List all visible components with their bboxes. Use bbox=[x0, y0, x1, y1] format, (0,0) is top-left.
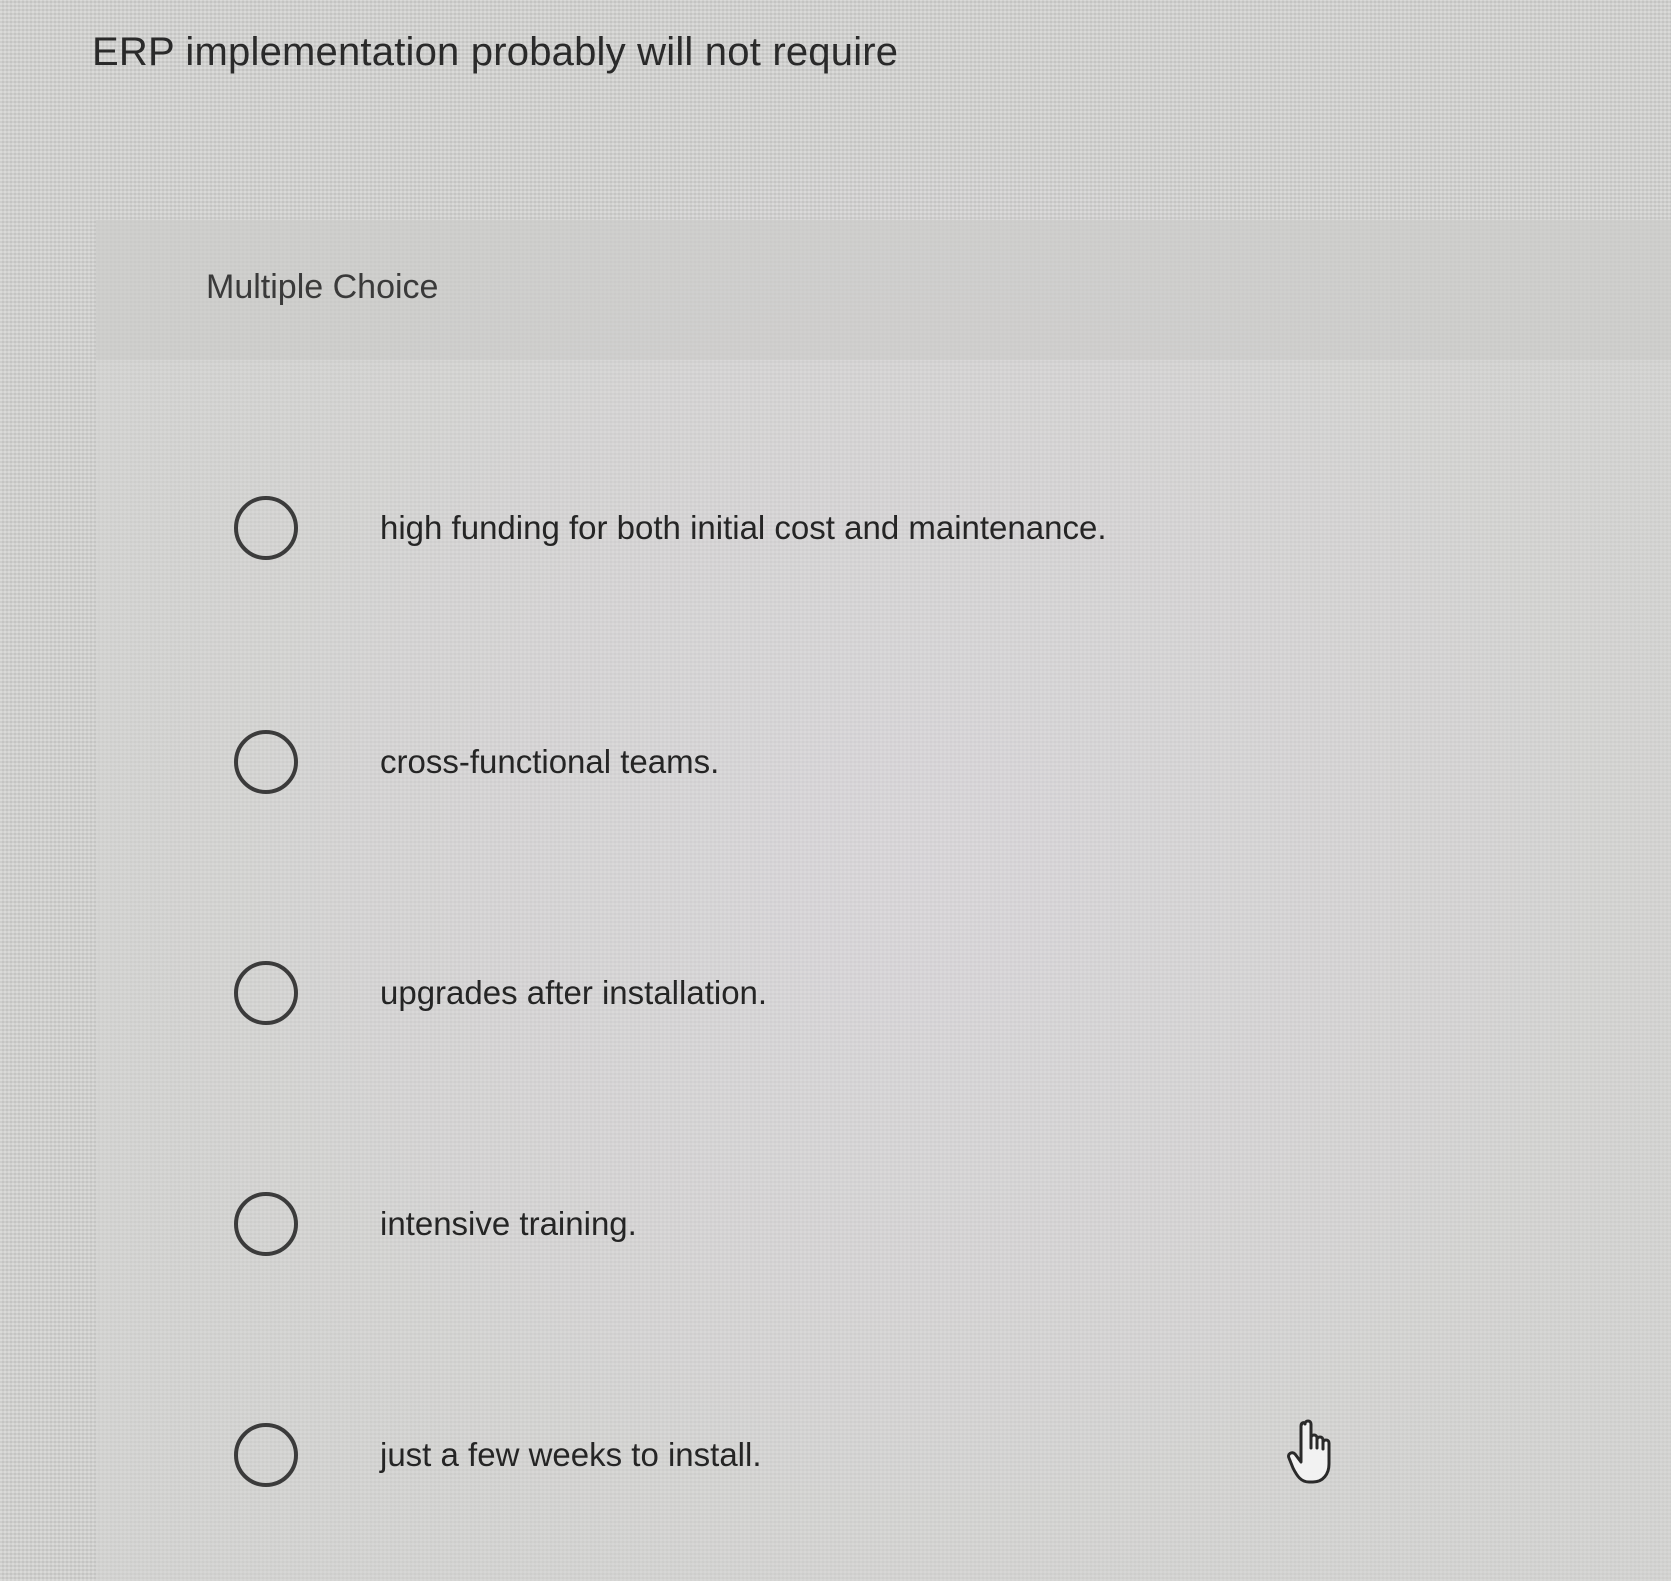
option-1[interactable]: high funding for both initial cost and m… bbox=[234, 488, 1106, 568]
option-5-label: just a few weeks to install. bbox=[380, 1436, 762, 1473]
question-text: ERP implementation probably will not req… bbox=[92, 30, 899, 74]
radio-button-4[interactable] bbox=[234, 1192, 298, 1256]
option-4-label: intensive training. bbox=[380, 1205, 637, 1242]
answer-panel bbox=[96, 220, 1671, 1581]
option-2-label: cross-functional teams. bbox=[380, 743, 720, 780]
radio-button-1[interactable] bbox=[234, 496, 298, 560]
radio-button-5[interactable] bbox=[234, 1423, 298, 1487]
option-2[interactable]: cross-functional teams. bbox=[234, 722, 719, 802]
option-5[interactable]: just a few weeks to install. bbox=[234, 1415, 762, 1495]
radio-button-3[interactable] bbox=[234, 961, 298, 1025]
hand-pointer-icon bbox=[1287, 1419, 1331, 1484]
option-1-label: high funding for both initial cost and m… bbox=[380, 509, 1107, 546]
option-3-label: upgrades after installation. bbox=[380, 974, 768, 1011]
radio-button-2[interactable] bbox=[234, 730, 298, 794]
option-3[interactable]: upgrades after installation. bbox=[234, 953, 767, 1033]
question-type-label: Multiple Choice bbox=[206, 268, 439, 306]
option-4[interactable]: intensive training. bbox=[234, 1184, 637, 1264]
